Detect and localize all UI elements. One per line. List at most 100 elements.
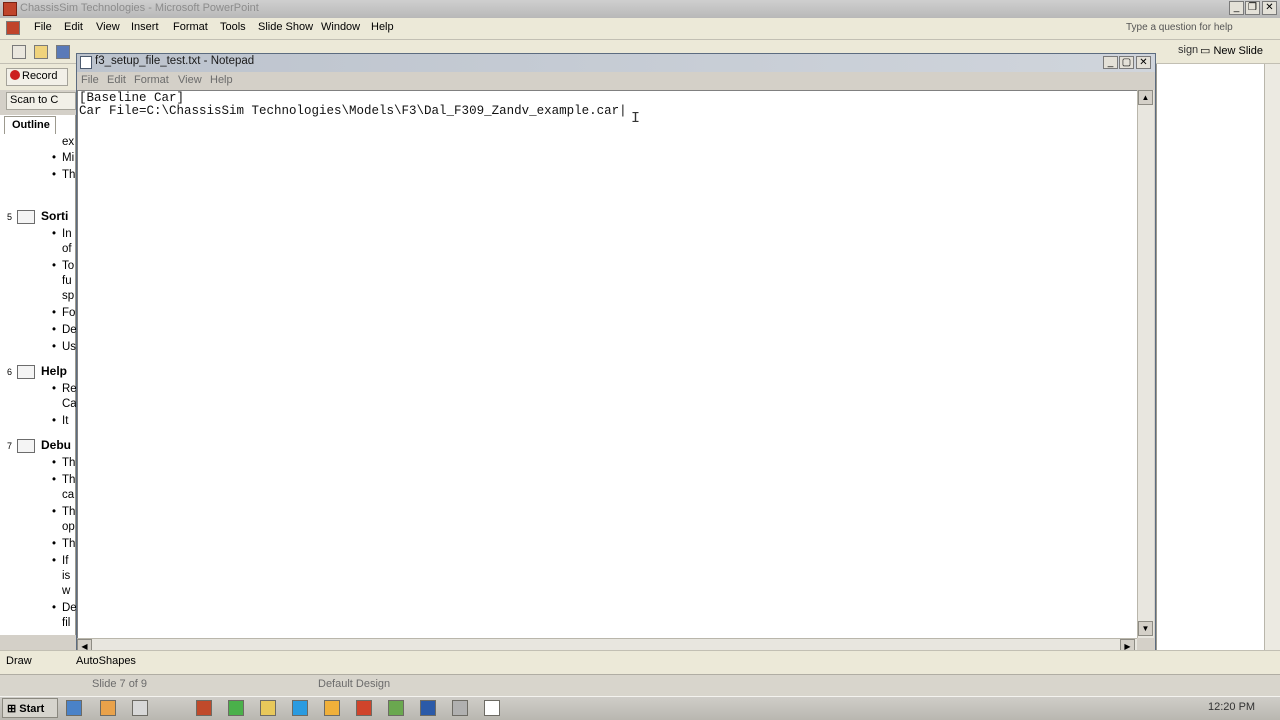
notepad-text-content[interactable]: [Baseline Car] Car File=C:\ChassisSim Te…: [79, 92, 627, 117]
menu-insert[interactable]: Insert: [131, 21, 159, 33]
slide-number: 6: [7, 367, 13, 377]
outline-bullet-text[interactable]: De: [62, 602, 76, 614]
slide-number: 7: [7, 441, 13, 451]
scroll-up-icon[interactable]: ▲: [1138, 90, 1153, 105]
outline-bullet-text[interactable]: fu: [62, 275, 72, 287]
outline-slide-title[interactable]: Help: [41, 364, 67, 378]
outline-bullet-text[interactable]: In: [62, 228, 72, 240]
status-design-name: Default Design: [318, 678, 391, 690]
slide-thumbnail-icon[interactable]: [17, 439, 35, 453]
outline-slide-title[interactable]: Debu: [41, 438, 71, 452]
outline-bullet-text[interactable]: w: [62, 585, 70, 597]
bullet-icon: •: [52, 324, 57, 336]
outline-bullet-text[interactable]: Us: [62, 341, 76, 353]
bullet-icon: •: [52, 152, 57, 164]
powerpoint-taskbar-icon[interactable]: [356, 700, 372, 716]
help-question-input[interactable]: Type a question for help: [1122, 20, 1260, 38]
menu-help[interactable]: Help: [371, 21, 394, 33]
menu-window[interactable]: Window: [321, 21, 360, 33]
bullet-icon: •: [52, 169, 57, 181]
outline-bullet-text[interactable]: of: [62, 243, 72, 255]
notepad-menu-format[interactable]: Format: [134, 74, 169, 86]
menu-format[interactable]: Format: [173, 21, 208, 33]
draw-menu-button[interactable]: Draw: [6, 655, 32, 667]
menu-view[interactable]: View: [96, 21, 120, 33]
outline-bullet-text[interactable]: Fo: [62, 307, 75, 319]
explorer-folder-icon[interactable]: [260, 700, 276, 716]
outline-bullet-text[interactable]: If: [62, 555, 68, 567]
outline-bullet-text[interactable]: To: [62, 260, 74, 272]
notepad-taskbar-icon[interactable]: [484, 700, 500, 716]
outline-bullet-text[interactable]: Re: [62, 383, 76, 395]
minimize-icon[interactable]: _: [1229, 1, 1244, 15]
bullet-icon: •: [52, 260, 57, 272]
close-icon[interactable]: ✕: [1262, 1, 1277, 15]
notepad-menu-file[interactable]: File: [81, 74, 99, 86]
bullet-icon: •: [52, 307, 57, 319]
firefox-icon[interactable]: [196, 700, 212, 716]
outline-bullet-text[interactable]: Th: [62, 169, 75, 181]
bullet-icon: •: [52, 602, 57, 614]
bullet-icon: •: [52, 415, 57, 427]
autoshapes-menu-button[interactable]: AutoShapes: [76, 655, 136, 667]
bullet-icon: •: [52, 555, 57, 567]
outline-bullet-text[interactable]: Mi: [62, 152, 74, 164]
outline-bullet-text[interactable]: Ca: [62, 398, 76, 410]
powerpoint-statusbar: [0, 674, 1280, 696]
outline-bullet-text[interactable]: ca: [62, 489, 74, 501]
new-slide-icon: ▭: [1200, 45, 1211, 57]
outline-bullet-text[interactable]: Th: [62, 538, 75, 550]
menu-slide-show[interactable]: Slide Show: [258, 21, 313, 33]
notepad-menu-edit[interactable]: Edit: [107, 74, 126, 86]
skype-icon[interactable]: [292, 700, 308, 716]
notepad-title: f3_setup_file_test.txt - Notepad: [95, 55, 255, 67]
chrome-icon[interactable]: [228, 700, 244, 716]
notepad-minimize-icon[interactable]: _: [1103, 56, 1118, 69]
messenger-icon[interactable]: [324, 700, 340, 716]
slide-number: 5: [7, 212, 13, 222]
outline-bullet-text[interactable]: De: [62, 324, 76, 336]
outline-bullet-text[interactable]: op: [62, 521, 75, 533]
slide-thumbnail-icon[interactable]: [17, 365, 35, 379]
new-slide-button[interactable]: ▭ New Slide: [1200, 44, 1270, 62]
bullet-icon: •: [52, 228, 57, 240]
drawing-toolbar: [0, 650, 1280, 674]
outline-bullet-text[interactable]: ex: [62, 136, 74, 148]
ibeam-cursor-icon: I: [631, 110, 641, 127]
menu-tools[interactable]: Tools: [220, 21, 246, 33]
design-button[interactable]: sign: [1178, 44, 1198, 56]
ie-icon[interactable]: [66, 700, 82, 716]
slide-thumbnail-icon[interactable]: [17, 210, 35, 224]
outline-bullet-text[interactable]: sp: [62, 290, 74, 302]
media-player-icon[interactable]: [100, 700, 116, 716]
settings-taskbar-icon[interactable]: [452, 700, 468, 716]
bullet-icon: •: [52, 383, 57, 395]
desktop-icon[interactable]: [132, 700, 148, 716]
app-taskbar-icon[interactable]: [388, 700, 404, 716]
notepad-text-area[interactable]: [77, 90, 1137, 638]
outline-bullet-text[interactable]: It: [62, 415, 68, 427]
outline-bullet-text[interactable]: fil: [62, 617, 70, 629]
outline-bullet-text[interactable]: Th: [62, 474, 75, 486]
notepad-vertical-scrollbar[interactable]: ▲ ▼: [1137, 90, 1154, 638]
system-clock[interactable]: 12:20 PM: [1208, 701, 1255, 713]
notepad-close-icon[interactable]: ✕: [1136, 56, 1151, 69]
scroll-down-icon[interactable]: ▼: [1138, 621, 1153, 636]
notepad-menu-help[interactable]: Help: [210, 74, 233, 86]
status-slide-count: Slide 7 of 9: [92, 678, 148, 690]
start-button[interactable]: ⊞ Start: [2, 698, 58, 718]
notepad-menu-view[interactable]: View: [178, 74, 202, 86]
notepad-maximize-icon[interactable]: ▢: [1119, 56, 1134, 69]
outline-bullet-text[interactable]: Th: [62, 457, 75, 469]
restore-icon[interactable]: ❐: [1245, 1, 1260, 15]
vertical-scrollbar[interactable]: [1264, 64, 1280, 650]
word-taskbar-icon[interactable]: [420, 700, 436, 716]
start-label: Start: [19, 703, 45, 715]
outline-slide-title[interactable]: Sorti: [41, 209, 68, 223]
slide-editing-area[interactable]: [1156, 64, 1280, 650]
bullet-icon: •: [52, 457, 57, 469]
outline-bullet-text[interactable]: Th: [62, 506, 75, 518]
outline-content: ex • Mi • Th 5 Sorti • In of • To fu sp • Fo • De • Us 6 Help…: [0, 0, 76, 640]
bullet-icon: •: [52, 506, 57, 518]
outline-bullet-text[interactable]: is: [62, 570, 70, 582]
